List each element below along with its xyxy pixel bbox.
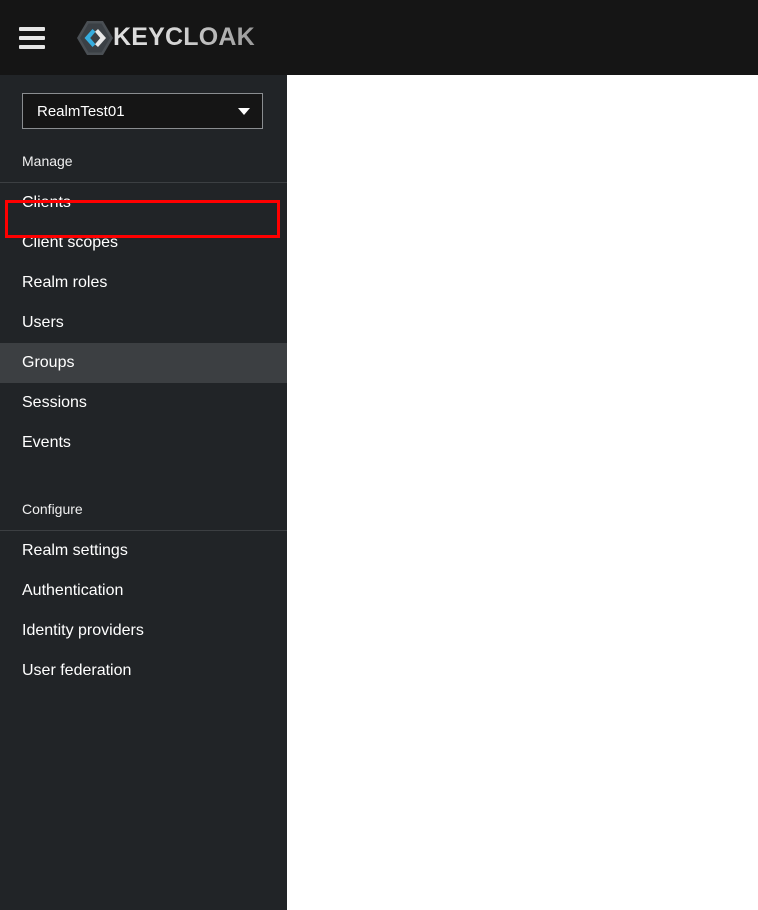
nav-section-configure: Configure Realm settings Authentication …: [0, 493, 287, 691]
sidebar-item-realm-settings[interactable]: Realm settings: [0, 531, 287, 571]
sidebar-item-groups[interactable]: Groups: [0, 343, 287, 383]
sidebar-item-events[interactable]: Events: [0, 423, 287, 463]
nav-list-manage: Clients Client scopes Realm roles Users …: [0, 183, 287, 463]
sidebar-item-sessions[interactable]: Sessions: [0, 383, 287, 423]
main-content-area: [287, 75, 758, 910]
keycloak-admin-console: KEYCLOAK RealmTest01 Manage Clients Clie…: [0, 0, 758, 910]
hamburger-bar: [19, 35, 45, 40]
nav-section-manage: Manage Clients Client scopes Realm roles…: [0, 145, 287, 463]
sidebar-item-realm-roles[interactable]: Realm roles: [0, 263, 287, 303]
chevron-down-icon: [238, 107, 250, 115]
hamburger-bar: [19, 26, 45, 31]
hamburger-icon[interactable]: [12, 18, 52, 58]
keycloak-hexagon-logo: [77, 20, 113, 55]
sidebar-navigation: RealmTest01 Manage Clients Client scopes…: [0, 75, 287, 910]
sidebar-item-authentication[interactable]: Authentication: [0, 571, 287, 611]
masthead: KEYCLOAK: [0, 0, 758, 75]
hamburger-bar: [19, 44, 45, 49]
brand-logo[interactable]: KEYCLOAK: [75, 18, 255, 58]
nav-list-configure: Realm settings Authentication Identity p…: [0, 531, 287, 691]
realm-selector-container: RealmTest01: [0, 75, 287, 145]
nav-section-title-configure: Configure: [22, 501, 83, 517]
realm-selector[interactable]: RealmTest01: [22, 93, 263, 129]
brand-name: KEYCLOAK: [113, 23, 255, 51]
page-body: RealmTest01 Manage Clients Client scopes…: [0, 75, 758, 910]
sidebar-item-client-scopes[interactable]: Client scopes: [0, 223, 287, 263]
sidebar-item-clients[interactable]: Clients: [0, 183, 287, 223]
nav-section-gap: [0, 463, 287, 493]
sidebar-item-user-federation[interactable]: User federation: [0, 651, 287, 691]
realm-selector-value: RealmTest01: [37, 103, 125, 119]
sidebar-item-identity-providers[interactable]: Identity providers: [0, 611, 287, 651]
nav-section-title-manage: Manage: [22, 153, 73, 169]
sidebar-item-users[interactable]: Users: [0, 303, 287, 343]
